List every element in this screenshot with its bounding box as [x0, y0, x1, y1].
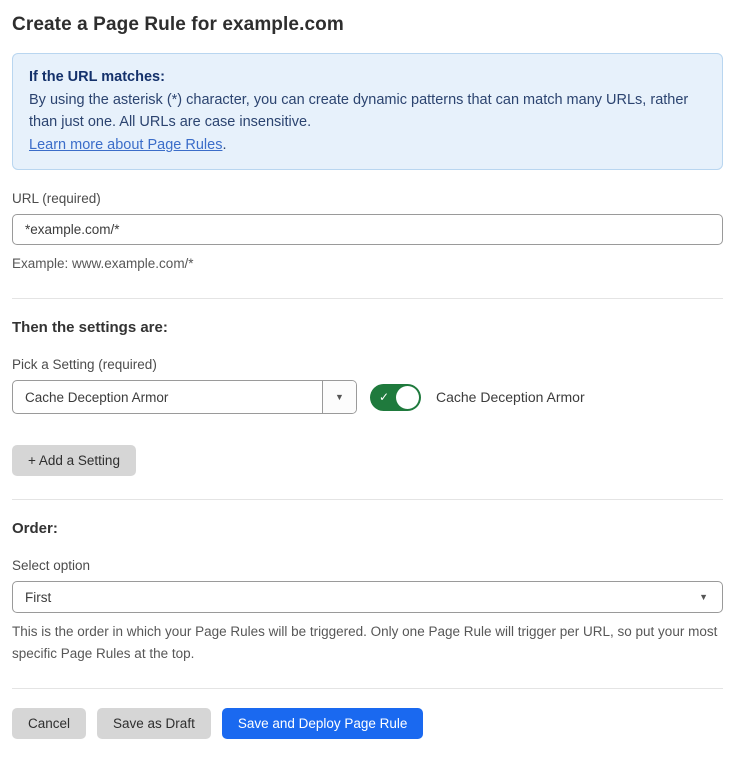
divider: [12, 499, 723, 500]
url-label: URL (required): [12, 191, 723, 206]
save-and-deploy-button[interactable]: Save and Deploy Page Rule: [222, 708, 424, 739]
setting-dropdown-value: Cache Deception Armor: [13, 381, 322, 413]
caret-down-icon: ▼: [699, 593, 708, 602]
setting-toggle[interactable]: ✓: [370, 384, 421, 411]
settings-section-heading: Then the settings are:: [12, 319, 723, 336]
info-box-body: By using the asterisk (*) character, you…: [29, 89, 706, 133]
cancel-button[interactable]: Cancel: [12, 708, 86, 739]
order-select[interactable]: First ▼: [12, 581, 723, 613]
page-title: Create a Page Rule for example.com: [12, 14, 723, 36]
toggle-knob: [396, 386, 419, 409]
caret-down-icon: ▼: [335, 393, 344, 402]
url-matches-info-box: If the URL matches: By using the asteris…: [12, 53, 723, 170]
pick-setting-label: Pick a Setting (required): [12, 357, 723, 372]
info-box-heading: If the URL matches:: [29, 66, 706, 88]
learn-more-link[interactable]: Learn more about Page Rules: [29, 137, 222, 153]
url-input[interactable]: [12, 214, 723, 245]
setting-dropdown-caret-button[interactable]: ▼: [322, 381, 356, 413]
footer-actions: Cancel Save as Draft Save and Deploy Pag…: [12, 708, 723, 739]
divider: [12, 688, 723, 689]
create-page-rule-form: Create a Page Rule for example.com If th…: [0, 0, 750, 763]
order-helper: This is the order in which your Page Rul…: [12, 621, 723, 665]
check-icon: ✓: [379, 391, 389, 403]
link-suffix: .: [222, 137, 226, 153]
setting-row: Cache Deception Armor ▼ ✓ Cache Deceptio…: [12, 380, 723, 414]
divider: [12, 298, 723, 299]
info-box-link-line: Learn more about Page Rules.: [29, 134, 706, 156]
setting-toggle-group: ✓ Cache Deception Armor: [370, 384, 585, 411]
select-option-label: Select option: [12, 558, 723, 573]
order-section-heading: Order:: [12, 520, 723, 537]
save-as-draft-button[interactable]: Save as Draft: [97, 708, 211, 739]
setting-dropdown[interactable]: Cache Deception Armor ▼: [12, 380, 357, 414]
url-example-helper: Example: www.example.com/*: [12, 253, 723, 275]
add-setting-button[interactable]: + Add a Setting: [12, 445, 136, 476]
toggle-label: Cache Deception Armor: [436, 389, 585, 405]
order-select-value: First: [25, 590, 51, 605]
